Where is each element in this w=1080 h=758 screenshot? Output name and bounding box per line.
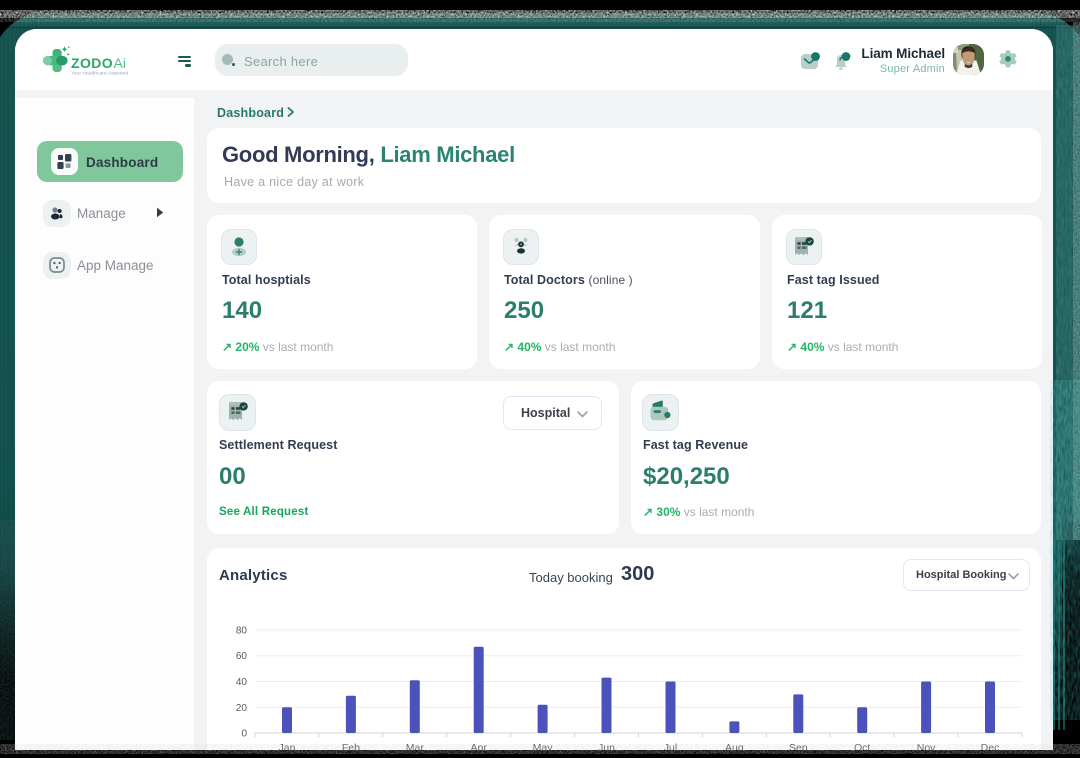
svg-text:0: 0: [241, 729, 247, 740]
svg-text:80: 80: [236, 626, 248, 637]
svg-text:20: 20: [236, 703, 248, 714]
svg-text:40: 40: [236, 677, 248, 688]
svg-text:60: 60: [236, 651, 248, 662]
